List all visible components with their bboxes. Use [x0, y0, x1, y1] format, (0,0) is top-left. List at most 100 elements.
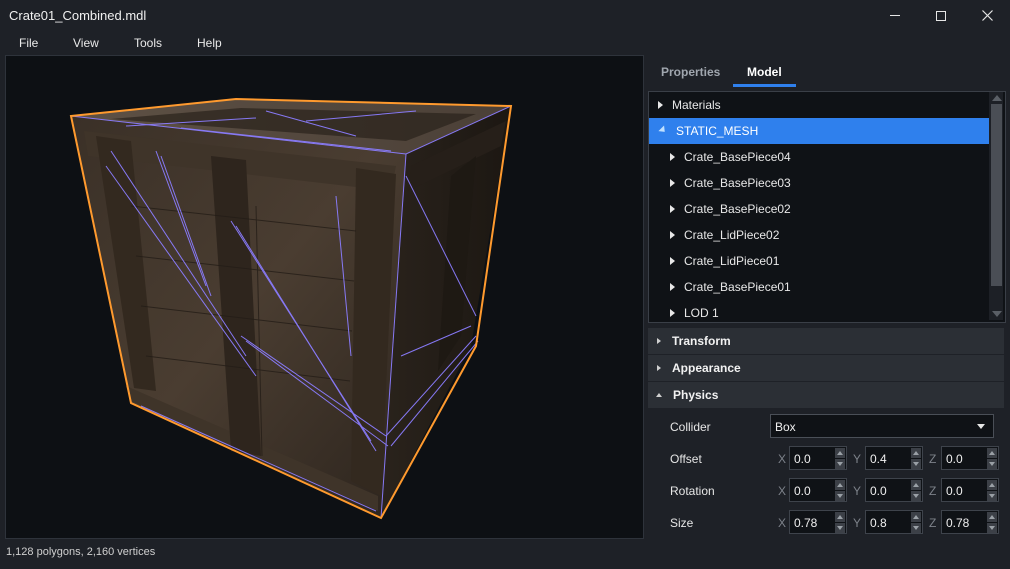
axis-y-label: Y: [853, 484, 862, 498]
panel-tabs: Properties Model: [648, 56, 1006, 88]
offset-z-stepper[interactable]: [987, 448, 997, 469]
increment-icon[interactable]: [987, 512, 997, 522]
model-tree: Materials STATIC_MESH Crate_BasePiece04 …: [648, 91, 1006, 323]
offset-x-stepper[interactable]: [835, 448, 845, 469]
decrement-icon[interactable]: [987, 491, 997, 501]
increment-icon[interactable]: [835, 512, 845, 522]
size-x-field[interactable]: 0.78: [789, 510, 847, 534]
increment-icon[interactable]: [987, 448, 997, 458]
collider-select[interactable]: Box: [770, 414, 994, 438]
section-label: Transform: [672, 334, 731, 348]
axis-x-label: X: [778, 452, 787, 466]
tree-item-crate-basepiece03[interactable]: Crate_BasePiece03: [649, 170, 989, 196]
window-title: Crate01_Combined.mdl: [9, 8, 147, 23]
maximize-button[interactable]: [918, 0, 964, 31]
section-appearance[interactable]: Appearance: [648, 355, 1004, 381]
offset-label: Offset: [670, 452, 702, 466]
menu-view[interactable]: View: [73, 36, 99, 50]
tree-item-label: Crate_BasePiece04: [684, 150, 791, 164]
size-z-field[interactable]: 0.78: [941, 510, 999, 534]
expand-arrow-icon: [657, 338, 661, 344]
collapse-arrow-icon[interactable]: [658, 124, 668, 135]
scroll-down-arrow-icon[interactable]: [992, 311, 1002, 317]
axis-z-label: Z: [929, 452, 937, 466]
rotation-y-stepper[interactable]: [911, 480, 921, 501]
decrement-icon[interactable]: [911, 459, 921, 469]
tree-item-crate-basepiece01[interactable]: Crate_BasePiece01: [649, 274, 989, 300]
size-y-field[interactable]: 0.8: [865, 510, 923, 534]
offset-x-field[interactable]: 0.0: [789, 446, 847, 470]
increment-icon[interactable]: [835, 448, 845, 458]
title-bar: Crate01_Combined.mdl: [0, 0, 1010, 31]
section-transform[interactable]: Transform: [648, 328, 1004, 354]
tree-item-label: LOD 1: [684, 306, 719, 320]
rotation-y-field[interactable]: 0.0: [865, 478, 923, 502]
size-y-stepper[interactable]: [911, 512, 921, 533]
decrement-icon[interactable]: [835, 459, 845, 469]
scroll-up-arrow-icon[interactable]: [992, 95, 1002, 101]
size-x-stepper[interactable]: [835, 512, 845, 533]
decrement-icon[interactable]: [987, 523, 997, 533]
menu-bar: File View Tools Help: [0, 31, 1010, 54]
expand-arrow-icon[interactable]: [670, 231, 675, 239]
crate-model-render: [69, 97, 513, 520]
increment-icon[interactable]: [911, 480, 921, 490]
tree-item-crate-lidpiece01[interactable]: Crate_LidPiece01: [649, 248, 989, 274]
tree-item-label: Crate_LidPiece01: [684, 254, 780, 268]
size-z-stepper[interactable]: [987, 512, 997, 533]
status-text: 1,128 polygons, 2,160 vertices: [6, 546, 156, 558]
rotation-z-stepper[interactable]: [987, 480, 997, 501]
decrement-icon[interactable]: [835, 491, 845, 501]
tree-item-label: STATIC_MESH: [676, 124, 759, 138]
expand-arrow-icon[interactable]: [670, 205, 675, 213]
decrement-icon[interactable]: [911, 491, 921, 501]
decrement-icon[interactable]: [911, 523, 921, 533]
collider-value: Box: [775, 420, 796, 434]
expand-arrow-icon[interactable]: [670, 309, 675, 317]
offset-z-value: 0.0: [946, 452, 963, 466]
expand-arrow-icon[interactable]: [670, 153, 675, 161]
increment-icon[interactable]: [987, 480, 997, 490]
size-z-value: 0.78: [946, 516, 970, 530]
tree-item-static-mesh[interactable]: STATIC_MESH: [649, 118, 989, 144]
tree-scrollbar-thumb[interactable]: [991, 104, 1002, 286]
tab-properties[interactable]: Properties: [661, 65, 720, 79]
section-physics[interactable]: Physics: [648, 382, 1004, 408]
rotation-x-stepper[interactable]: [835, 480, 845, 501]
rotation-z-value: 0.0: [946, 484, 963, 498]
tree-item-label: Crate_BasePiece01: [684, 280, 791, 294]
tree-item-crate-basepiece02[interactable]: Crate_BasePiece02: [649, 196, 989, 222]
minimize-button[interactable]: [872, 0, 918, 31]
tree-item-crate-lidpiece02[interactable]: Crate_LidPiece02: [649, 222, 989, 248]
3d-viewport[interactable]: [5, 55, 644, 539]
offset-y-value: 0.4: [870, 452, 887, 466]
expand-arrow-icon[interactable]: [670, 179, 675, 187]
close-button[interactable]: [964, 0, 1010, 31]
decrement-icon[interactable]: [987, 459, 997, 469]
tree-item-lod-1[interactable]: LOD 1: [649, 300, 989, 322]
axis-z-label: Z: [929, 484, 937, 498]
tab-model[interactable]: Model: [747, 65, 782, 79]
menu-tools[interactable]: Tools: [134, 36, 162, 50]
rotation-y-value: 0.0: [870, 484, 887, 498]
menu-file[interactable]: File: [19, 36, 38, 50]
axis-z-label: Z: [929, 516, 937, 530]
expand-arrow-icon[interactable]: [670, 283, 675, 291]
offset-z-field[interactable]: 0.0: [941, 446, 999, 470]
menu-help[interactable]: Help: [197, 36, 222, 50]
tree-item-label: Materials: [672, 98, 721, 112]
collapse-arrow-icon: [656, 393, 662, 397]
rotation-z-field[interactable]: 0.0: [941, 478, 999, 502]
offset-y-field[interactable]: 0.4: [865, 446, 923, 470]
increment-icon[interactable]: [911, 448, 921, 458]
decrement-icon[interactable]: [835, 523, 845, 533]
tree-item-crate-basepiece04[interactable]: Crate_BasePiece04: [649, 144, 989, 170]
increment-icon[interactable]: [911, 512, 921, 522]
increment-icon[interactable]: [835, 480, 845, 490]
offset-y-stepper[interactable]: [911, 448, 921, 469]
tree-item-materials[interactable]: Materials: [649, 92, 989, 118]
expand-arrow-icon[interactable]: [658, 101, 663, 109]
expand-arrow-icon[interactable]: [670, 257, 675, 265]
rotation-x-field[interactable]: 0.0: [789, 478, 847, 502]
section-label: Appearance: [672, 361, 741, 375]
